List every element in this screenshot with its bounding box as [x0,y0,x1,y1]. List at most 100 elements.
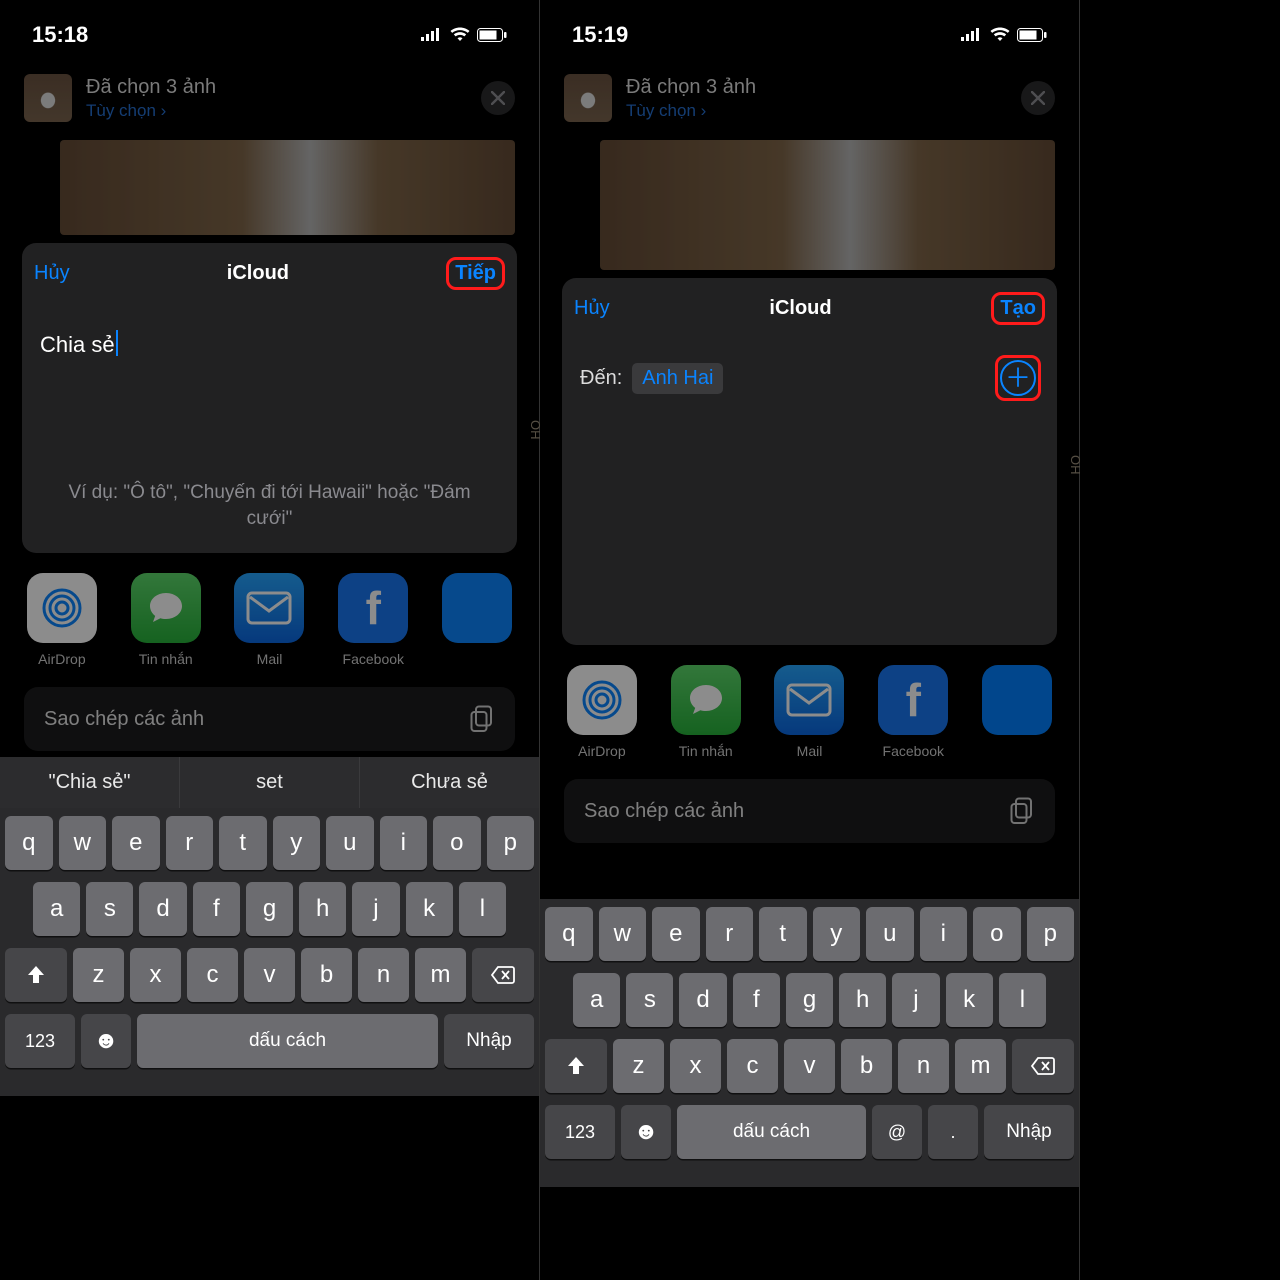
key-b[interactable]: b [301,948,352,1002]
numbers-key[interactable]: 123 [545,1105,615,1159]
options-link[interactable]: Tùy chọn › [86,101,467,121]
key-g[interactable]: g [786,973,833,1027]
key-t[interactable]: t [759,907,807,961]
numbers-key[interactable]: 123 [5,1014,75,1068]
key-i[interactable]: i [920,907,968,961]
close-button[interactable] [481,81,515,115]
key-c[interactable]: c [727,1039,778,1093]
key-u[interactable]: u [326,816,374,870]
key-o[interactable]: o [433,816,481,870]
app-mail[interactable]: Mail [772,665,848,759]
app-mail[interactable]: Mail [232,573,308,667]
suggestion[interactable]: "Chia sẻ" [0,757,180,808]
copy-photos[interactable]: Sao chép các ảnh [24,687,515,751]
wifi-icon [989,27,1011,43]
key-b[interactable]: b [841,1039,892,1093]
key-j[interactable]: j [892,973,939,1027]
copy-photos[interactable]: Sao chép các ảnh [564,779,1055,843]
suggestion[interactable]: set [180,757,360,808]
key-e[interactable]: e [112,816,160,870]
backspace-key[interactable] [472,948,534,1002]
key-i[interactable]: i [380,816,428,870]
key-l[interactable]: l [999,973,1046,1027]
space-key[interactable]: dấu cách [137,1014,438,1068]
create-button[interactable]: Tạo [991,292,1045,325]
key-k[interactable]: k [406,882,453,936]
key-s[interactable]: s [626,973,673,1027]
key-p[interactable]: p [1027,907,1075,961]
dot-key[interactable]: . [928,1105,978,1159]
key-h[interactable]: h [839,973,886,1027]
key-d[interactable]: d [139,882,186,936]
suggestion-bar[interactable]: "Chia sẻ" set Chưa sẻ [0,757,539,808]
shift-key[interactable] [5,948,67,1002]
key-l[interactable]: l [459,882,506,936]
app-airdrop[interactable]: AirDrop [564,665,640,759]
app-airdrop[interactable]: AirDrop [24,573,100,667]
options-link[interactable]: Tùy chọn › [626,101,1007,121]
key-z[interactable]: z [73,948,124,1002]
app-more[interactable] [439,573,515,667]
key-q[interactable]: q [5,816,53,870]
key-u[interactable]: u [866,907,914,961]
key-w[interactable]: w [599,907,647,961]
key-r[interactable]: r [706,907,754,961]
cancel-button[interactable]: Hủy [574,297,610,320]
recipients-row[interactable]: Đến: Anh Hai ＋ [562,335,1057,415]
app-facebook[interactable]: fFacebook [875,665,951,759]
key-y[interactable]: y [273,816,321,870]
app-facebook[interactable]: fFacebook [335,573,411,667]
key-x[interactable]: x [130,948,181,1002]
enter-key[interactable]: Nhập [444,1014,534,1068]
emoji-key[interactable]: ☻ [81,1014,131,1068]
key-v[interactable]: v [244,948,295,1002]
app-more[interactable] [979,665,1055,759]
key-s[interactable]: s [86,882,133,936]
key-x[interactable]: x [670,1039,721,1093]
key-z[interactable]: z [613,1039,664,1093]
key-j[interactable]: j [352,882,399,936]
key-d[interactable]: d [679,973,726,1027]
recipient-chip[interactable]: Anh Hai [632,363,723,394]
key-n[interactable]: n [898,1039,949,1093]
key-v[interactable]: v [784,1039,835,1093]
key-n[interactable]: n [358,948,409,1002]
key-m[interactable]: m [955,1039,1006,1093]
enter-key[interactable]: Nhập [984,1105,1074,1159]
space-key[interactable]: dấu cách [677,1105,866,1159]
share-name-input[interactable]: Chia sẻ [22,300,517,420]
at-key[interactable]: @ [872,1105,922,1159]
key-c[interactable]: c [187,948,238,1002]
emoji-key[interactable]: ☻ [621,1105,671,1159]
photo-strip [600,140,1055,270]
key-m[interactable]: m [415,948,466,1002]
key-r[interactable]: r [166,816,214,870]
app-messages[interactable]: Tin nhắn [128,573,204,667]
app-row[interactable]: AirDrop Tin nhắn Mail fFacebook [0,553,539,673]
key-f[interactable]: f [193,882,240,936]
keyboard[interactable]: qwertyuiop asdfghjkl zxcvbnm 123 ☻ dấu c… [540,899,1079,1187]
keyboard[interactable]: qwertyuiop asdfghjkl zxcvbnm 123 ☻ dấu c… [0,808,539,1096]
key-y[interactable]: y [813,907,861,961]
key-g[interactable]: g [246,882,293,936]
key-q[interactable]: q [545,907,593,961]
backspace-key[interactable] [1012,1039,1074,1093]
close-button[interactable] [1021,81,1055,115]
key-a[interactable]: a [33,882,80,936]
next-button[interactable]: Tiếp [446,257,505,290]
key-p[interactable]: p [487,816,535,870]
add-recipient-button[interactable]: ＋ [1000,360,1036,396]
cancel-button[interactable]: Hủy [34,262,70,285]
key-e[interactable]: e [652,907,700,961]
key-t[interactable]: t [219,816,267,870]
key-a[interactable]: a [573,973,620,1027]
key-w[interactable]: w [59,816,107,870]
shift-key[interactable] [545,1039,607,1093]
key-o[interactable]: o [973,907,1021,961]
app-messages[interactable]: Tin nhắn [668,665,744,759]
app-row[interactable]: AirDrop Tin nhắn Mail fFacebook [540,645,1079,765]
key-h[interactable]: h [299,882,346,936]
key-f[interactable]: f [733,973,780,1027]
suggestion[interactable]: Chưa sẻ [360,757,539,808]
key-k[interactable]: k [946,973,993,1027]
